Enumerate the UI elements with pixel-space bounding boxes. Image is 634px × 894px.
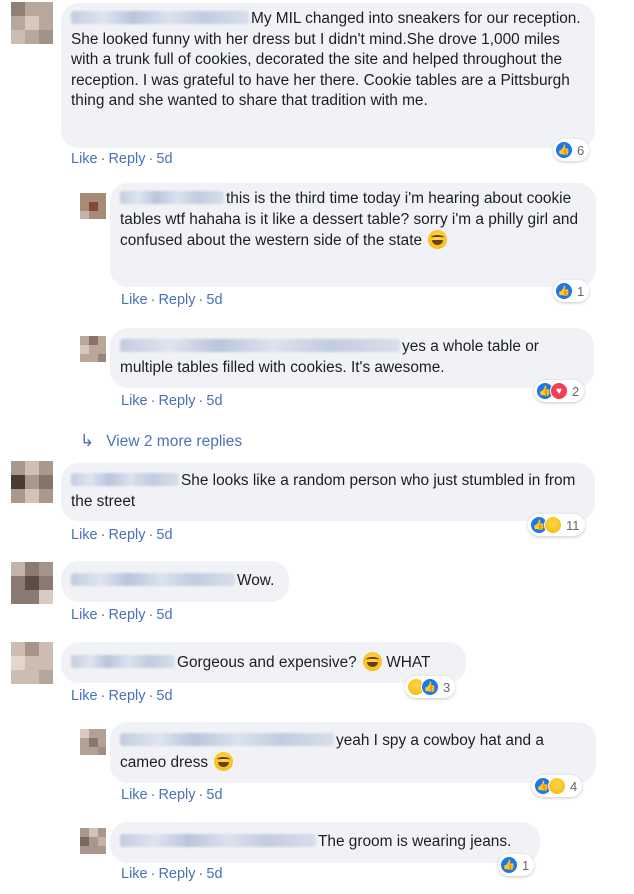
comment-bubble: My MIL changed into sneakers for our rec… (61, 3, 595, 148)
reply-button[interactable]: Reply (158, 787, 195, 803)
avatar[interactable] (11, 461, 53, 503)
avatar[interactable] (80, 729, 106, 755)
comment-actions: Like · Reply · 5d (121, 292, 223, 308)
avatar[interactable] (80, 193, 106, 219)
comment-bubble: She looks like a random person who just … (61, 463, 595, 521)
reply-button[interactable]: Reply (108, 607, 145, 623)
reaction-summary[interactable]: 👍 6 (553, 139, 590, 161)
timestamp[interactable]: 5d (206, 787, 222, 803)
like-button[interactable]: Like (71, 527, 98, 543)
reaction-summary[interactable]: 👍 4 (532, 775, 583, 797)
timestamp[interactable]: 5d (156, 151, 172, 167)
avatar[interactable] (80, 336, 106, 362)
laughing-emoji-icon (214, 751, 234, 771)
timestamp[interactable]: 5d (206, 866, 222, 882)
avatar[interactable] (11, 642, 53, 684)
reaction-count: 2 (572, 383, 580, 399)
like-icon: 👍 (500, 856, 518, 874)
reply-button[interactable]: Reply (158, 866, 195, 882)
comment-bubble: yeah I spy a cowboy hat and a cameo dres… (110, 722, 596, 783)
comment-bubble: Gorgeous and expensive? WHAT (61, 642, 466, 683)
reaction-count: 4 (570, 778, 578, 794)
like-button[interactable]: Like (121, 866, 148, 882)
reaction-count: 1 (522, 857, 530, 873)
reaction-count: 11 (566, 517, 580, 533)
reaction-count: 6 (577, 142, 585, 158)
commenter-name[interactable] (120, 339, 400, 352)
avatar[interactable] (11, 2, 53, 44)
laughing-emoji-icon (362, 652, 382, 671)
reaction-summary[interactable]: 👍 1 (553, 280, 590, 302)
comment-text: Gorgeous and expensive? (177, 654, 357, 671)
comment-actions: Like · Reply · 5d (121, 393, 223, 409)
reply-button[interactable]: Reply (158, 292, 195, 308)
love-icon: ♥ (550, 382, 568, 400)
comment-text: My MIL changed into sneakers for our rec… (71, 10, 581, 110)
like-button[interactable]: Like (71, 607, 98, 623)
reply-button[interactable]: Reply (108, 151, 145, 167)
like-button[interactable]: Like (71, 151, 98, 167)
timestamp[interactable]: 5d (156, 527, 172, 543)
comment-text: Wow. (237, 572, 275, 589)
comment-text: The groom is wearing jeans. (318, 833, 512, 850)
reaction-summary[interactable]: 👍 1 (498, 854, 535, 876)
timestamp[interactable]: 5d (156, 607, 172, 623)
commenter-name[interactable] (120, 733, 334, 746)
like-button[interactable]: Like (71, 688, 98, 704)
timestamp[interactable]: 5d (206, 393, 222, 409)
comment-actions: Like · Reply · 5d (71, 527, 173, 543)
reaction-count: 3 (443, 679, 451, 695)
like-icon: 👍 (421, 678, 439, 696)
comment-actions: Like · Reply · 5d (121, 787, 223, 803)
like-button[interactable]: Like (121, 292, 148, 308)
avatar[interactable] (11, 562, 53, 604)
comment-bubble: Wow. (61, 561, 289, 602)
like-icon: 👍 (555, 282, 573, 300)
avatar[interactable] (80, 828, 106, 854)
reaction-count: 1 (577, 283, 585, 299)
comment-actions: Like · Reply · 5d (121, 866, 223, 882)
comment-actions: Like · Reply · 5d (71, 151, 173, 167)
laughing-emoji-icon (428, 230, 448, 250)
commenter-name[interactable] (71, 573, 235, 586)
reply-button[interactable]: Reply (108, 527, 145, 543)
comment-bubble: this is the third time today i'm hearing… (110, 183, 596, 287)
timestamp[interactable]: 5d (156, 688, 172, 704)
commenter-name[interactable] (71, 655, 175, 668)
comment-text-suffix: WHAT (386, 654, 431, 671)
commenter-name[interactable] (71, 473, 179, 486)
comment-bubble: yes a whole table or multiple tables fil… (110, 328, 594, 388)
reaction-summary[interactable]: 👍 11 (528, 514, 585, 536)
like-button[interactable]: Like (121, 393, 148, 409)
haha-icon (548, 777, 566, 795)
reply-arrow-icon: ↳ (80, 431, 95, 450)
commenter-name[interactable] (71, 11, 249, 24)
comment-bubble: The groom is wearing jeans. (110, 822, 540, 863)
commenter-name[interactable] (120, 191, 224, 204)
like-button[interactable]: Like (121, 787, 148, 803)
comment-actions: Like · Reply · 5d (71, 688, 173, 704)
comment-actions: Like · Reply · 5d (71, 607, 173, 623)
reaction-summary[interactable]: 👍 ♥ 2 (534, 380, 585, 402)
like-icon: 👍 (555, 141, 573, 159)
timestamp[interactable]: 5d (206, 292, 222, 308)
reaction-summary[interactable]: 👍 3 (405, 676, 456, 698)
commenter-name[interactable] (120, 834, 316, 847)
view-more-replies-label: View 2 more replies (106, 433, 243, 450)
view-more-replies-link[interactable]: ↳ View 2 more replies (80, 431, 242, 451)
reply-button[interactable]: Reply (108, 688, 145, 704)
reply-button[interactable]: Reply (158, 393, 195, 409)
haha-icon (544, 516, 562, 534)
